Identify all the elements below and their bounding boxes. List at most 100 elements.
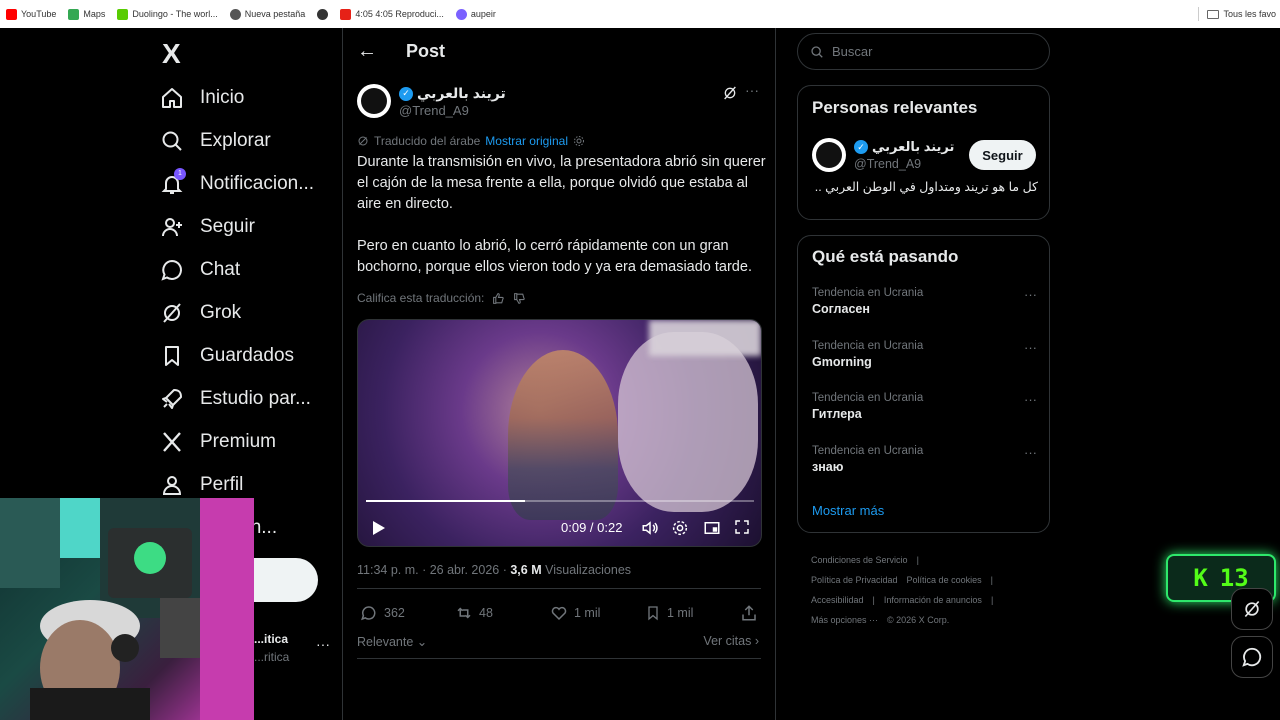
footer-separator: |: [916, 555, 919, 565]
thumbs-up-icon[interactable]: [492, 292, 505, 305]
settings-gear-icon[interactable]: [671, 519, 689, 537]
more-options-icon[interactable]: ···: [1024, 340, 1037, 355]
thumbs-down-icon[interactable]: [513, 292, 526, 305]
video-blur-patch: [649, 320, 761, 356]
post-header: ← Post: [343, 28, 777, 76]
messages-fab[interactable]: [1231, 636, 1273, 678]
footer-link-accessibility[interactable]: Accesibilidad: [811, 595, 864, 605]
more-dots-icon: ···: [316, 636, 330, 652]
bookmark-icon: [648, 606, 658, 621]
footer-more-options[interactable]: Más opciones ···: [811, 615, 878, 625]
bookmark-unnamed[interactable]: [317, 8, 329, 20]
back-arrow-icon[interactable]: ←: [357, 40, 377, 63]
footer-separator: |: [990, 575, 993, 585]
view-quotes-link[interactable]: Ver citas ›: [703, 634, 759, 648]
nav-explore[interactable]: Explorar: [160, 121, 271, 161]
video-progress-bar[interactable]: [366, 500, 754, 502]
sort-dropdown[interactable]: Relevante ⌄: [357, 634, 427, 649]
x-icon: [163, 432, 181, 452]
relevant-handle[interactable]: @Trend_A9: [854, 157, 921, 171]
reply-icon: [361, 606, 376, 621]
play-icon[interactable]: [372, 520, 386, 536]
relevant-people-panel: Personas relevantes تريند بالعربي ✓ @Tre…: [797, 85, 1050, 220]
nav-notifications[interactable]: 1 Notificacion...: [160, 164, 314, 204]
bookmark-aupeir[interactable]: aupeir: [455, 8, 496, 20]
nav-follow[interactable]: Seguir: [160, 207, 255, 247]
notification-badge: 1: [174, 168, 186, 180]
account-handle: ...ritica: [254, 650, 290, 664]
relevant-avatar[interactable]: [812, 138, 846, 172]
bookmark-maps[interactable]: Maps: [68, 8, 105, 20]
footer-link-cookies[interactable]: Política de cookies: [907, 575, 982, 585]
fullscreen-icon[interactable]: [734, 519, 750, 535]
kick-logo-icon: K: [1193, 564, 1208, 592]
x-logo[interactable]: X: [162, 38, 181, 70]
grok-fab[interactable]: [1231, 588, 1273, 630]
views-label: Visualizaciones: [545, 563, 632, 577]
search-icon: [162, 131, 182, 151]
reply-button[interactable]: 362: [360, 604, 405, 622]
post-timestamp[interactable]: 11:34 p. m. · 26 abr. 2026 ·: [357, 563, 507, 577]
nav-premium[interactable]: Premium: [160, 422, 276, 462]
verified-badge-icon: ✓: [854, 140, 868, 154]
relevant-bio: كل ما هو تريند ومتداول في الوطن العربي .…: [814, 180, 1038, 194]
bookmark-all-favorites[interactable]: Tous les favo: [1207, 9, 1276, 19]
footer-link-ads-info[interactable]: Información de anuncios: [884, 595, 982, 605]
youtube-icon: [6, 8, 17, 20]
bookmark-new-tab[interactable]: Nueva pestaña: [229, 8, 305, 20]
more-options-icon[interactable]: ···: [1024, 445, 1037, 460]
profile-icon: [162, 476, 182, 495]
translation-notice: Traducido del árabe Mostrar original: [357, 134, 585, 148]
trend-item[interactable]: Tendencia en Ucrania Гитлера ···: [812, 392, 1037, 421]
share-button[interactable]: [740, 604, 758, 622]
more-options-icon[interactable]: ···: [745, 82, 759, 98]
follow-button[interactable]: Seguir: [969, 140, 1036, 170]
bookmark-video[interactable]: 4:05 4:05 Reproduci...: [340, 8, 444, 20]
nav-grok[interactable]: Grok: [160, 293, 241, 333]
volume-icon[interactable]: [641, 519, 659, 537]
view-count: 3,6 M: [510, 563, 542, 577]
footer-link-privacy[interactable]: Política de Privacidad: [811, 575, 898, 585]
author-name[interactable]: تريند بالعربي ✓: [399, 85, 506, 102]
sparkle-icon: [455, 8, 467, 20]
author-handle[interactable]: @Trend_A9: [399, 103, 469, 118]
trend-item[interactable]: Tendencia en Ucrania Согласен ···: [812, 287, 1037, 316]
add-user-icon: [162, 218, 182, 237]
trending-panel: Qué está pasando Tendencia en Ucrania Со…: [797, 235, 1050, 533]
like-button[interactable]: 1 mil: [550, 604, 600, 622]
settings-gear-icon[interactable]: [573, 135, 585, 147]
nav-bookmarks[interactable]: Guardados: [160, 336, 294, 376]
page-title: Post: [406, 41, 446, 61]
more-options-icon[interactable]: ···: [1024, 392, 1037, 407]
more-options-icon[interactable]: ···: [1024, 287, 1037, 302]
author-avatar[interactable]: [357, 84, 391, 118]
relevant-name[interactable]: تريند بالعربي ✓: [854, 139, 954, 155]
grok-icon[interactable]: [722, 85, 738, 101]
bookmark-youtube[interactable]: YouTube: [6, 8, 56, 20]
rocket-icon: [162, 389, 182, 409]
webcam-overlay: [0, 498, 254, 720]
show-more-link[interactable]: Mostrar más: [812, 503, 884, 518]
show-original-link[interactable]: Mostrar original: [485, 134, 568, 148]
bookmark-duolingo[interactable]: Duolingo - The worl...: [117, 8, 218, 20]
bookmark-button[interactable]: 1 mil: [645, 604, 693, 622]
nav-chat[interactable]: Chat: [160, 250, 240, 290]
video-player[interactable]: 0:09 / 0:22: [357, 319, 762, 547]
video-controls: 0:09 / 0:22: [358, 512, 761, 544]
panel-title: Personas relevantes: [812, 98, 978, 117]
trend-item[interactable]: Tendencia en Ucrania знаю ···: [812, 445, 1037, 474]
search-icon: [811, 45, 823, 58]
search-box[interactable]: [797, 33, 1050, 70]
divider: [357, 588, 761, 589]
footer-link-terms[interactable]: Condiciones de Servicio: [811, 555, 908, 565]
repost-button[interactable]: 48: [455, 604, 493, 622]
pip-icon[interactable]: [703, 519, 721, 537]
folder-icon: [1207, 9, 1220, 19]
chevron-down-icon: ⌄: [413, 635, 428, 649]
trend-item[interactable]: Tendencia en Ucrania Gmorning ···: [812, 340, 1037, 369]
search-input[interactable]: [832, 44, 1032, 59]
nav-studio[interactable]: Estudio par...: [160, 379, 311, 419]
footer-separator: |: [872, 595, 875, 605]
post-paragraph: Durante la transmisión en vivo, la prese…: [357, 154, 766, 212]
nav-home[interactable]: Inicio: [160, 78, 244, 118]
